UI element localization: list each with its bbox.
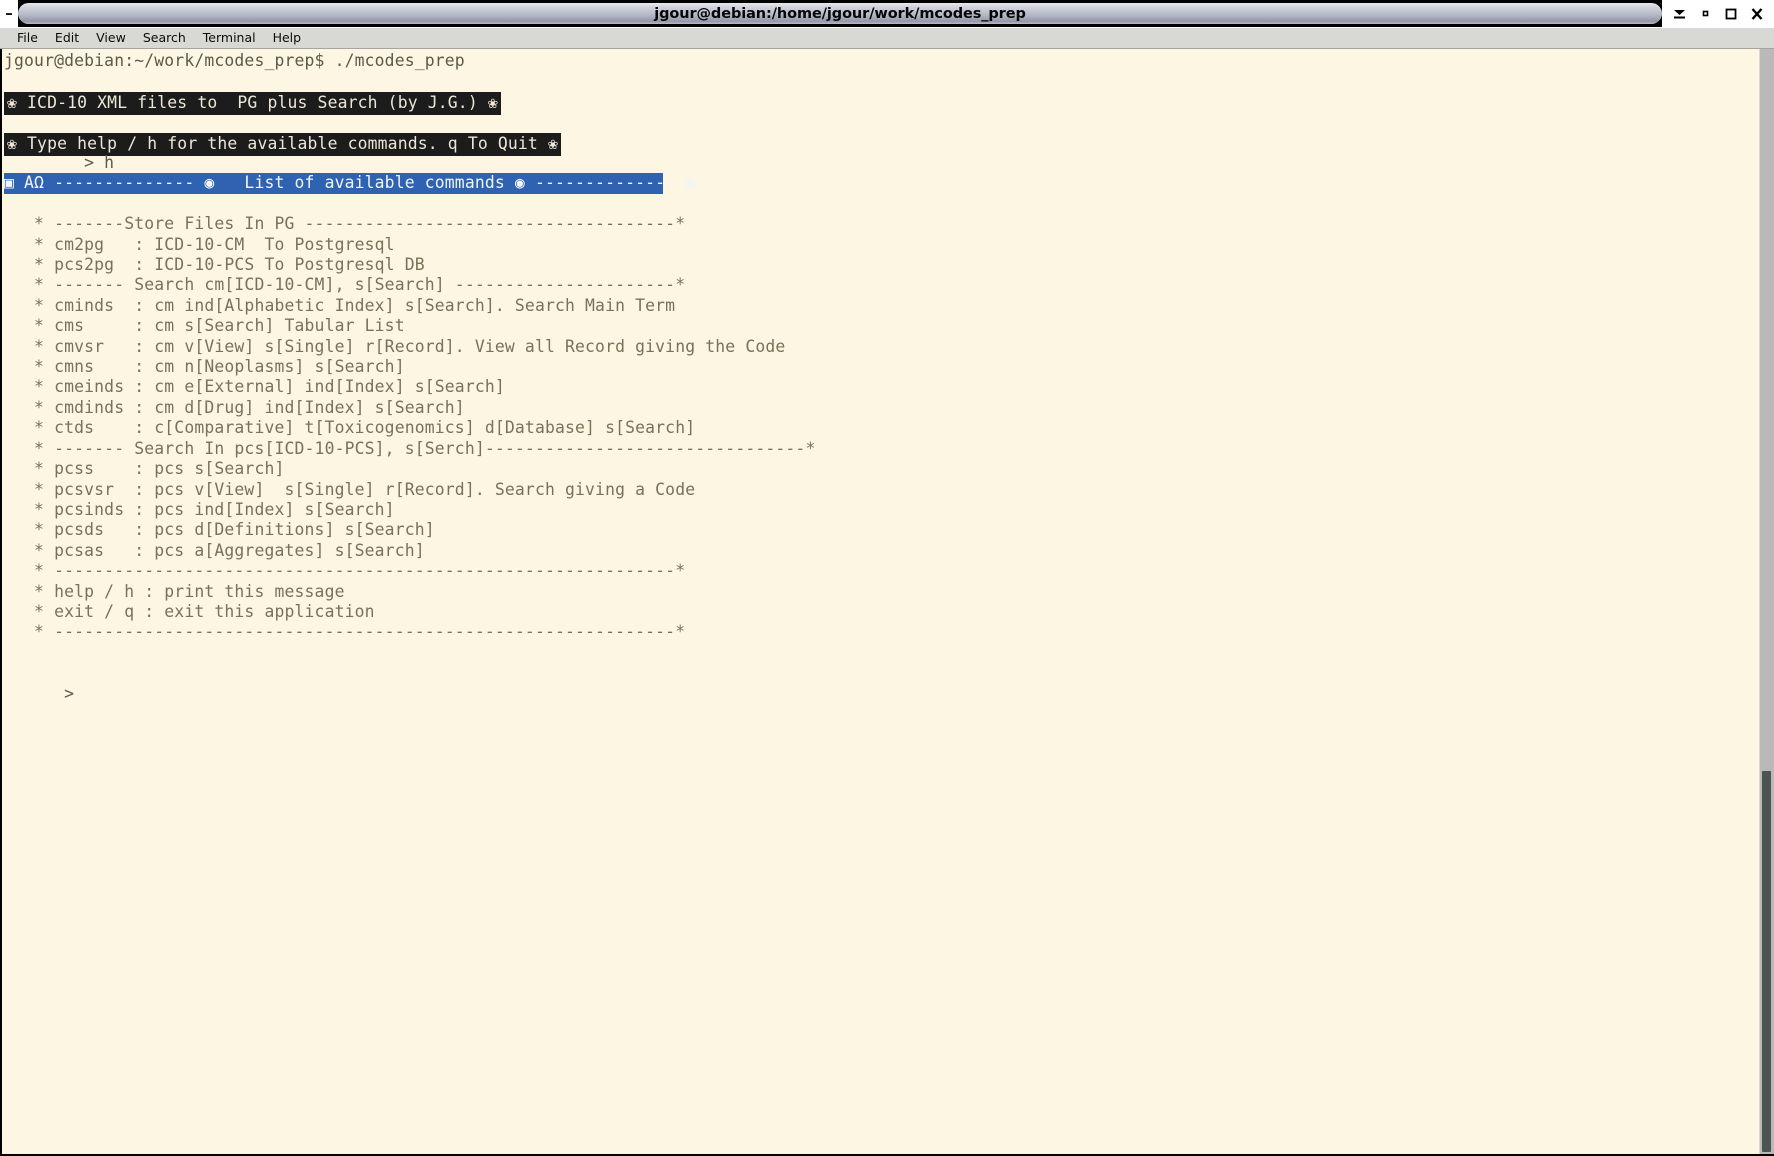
help-line: * cm2pg : ICD-10-CM To Postgresql (4, 234, 395, 254)
app-title-banner: ❀ ICD-10 XML files to PG plus Search (by… (4, 91, 501, 116)
spacer-line-2 (4, 112, 1759, 132)
spacer-line-5 (4, 663, 1759, 683)
shade-button[interactable] (1666, 1, 1692, 26)
spacer-line-3 (4, 194, 1759, 214)
help-line: * ctds : c[Comparative] t[Toxicogenomics… (4, 418, 696, 438)
help-line: * pcsvsr : pcs v[View] s[Single] r[Recor… (4, 479, 696, 499)
shell-prompt-line: jgour@debian:~/work/mcodes_prep$ ./mcode… (4, 51, 465, 70)
help-line: * cmeinds : cm e[External] ind[Index] s[… (4, 377, 505, 397)
spacer-line-4 (4, 643, 1759, 663)
menu-item-terminal[interactable]: Terminal (195, 29, 265, 47)
help-line: * ------- Search cm[ICD-10-CM], s[Search… (4, 275, 686, 295)
help-line: * cmdinds : cm d[Drug] ind[Index] s[Sear… (4, 397, 465, 417)
app-hint-banner-row: ❀ Type help / h for the available comman… (4, 132, 1759, 157)
help-line: * help / h : print this message (4, 581, 345, 601)
menu-item-edit[interactable]: Edit (47, 29, 88, 47)
help-line: * cmvsr : cm v[View] s[Single] r[Record]… (4, 336, 786, 356)
help-line: * cmns : cm n[Neoplasms] s[Search] (4, 357, 405, 377)
menu-bar: File Edit View Search Terminal Help (0, 27, 1774, 49)
help-line: * exit / q : exit this application (4, 601, 375, 621)
help-line: * pcsas : pcs a[Aggregates] s[Search] (4, 540, 425, 560)
help-line: * pcss : pcs s[Search] (4, 459, 285, 479)
help-command-list: * -------Store Files In PG -------------… (4, 214, 1759, 643)
menu-item-search[interactable]: Search (135, 29, 195, 47)
spacer-line-1 (4, 71, 1759, 91)
menu-item-help[interactable]: Help (265, 29, 311, 47)
terminal-window: – jgour@debian:/home/jgour/work/mcodes_p… (0, 0, 1774, 1156)
commands-header-bar: ▣ ΑΩ -------------- ◉ List of available … (4, 173, 696, 194)
title-bar-pill[interactable]: jgour@debian:/home/jgour/work/mcodes_pre… (18, 3, 1662, 24)
vertical-scrollbar[interactable] (1759, 49, 1774, 1154)
menu-item-view[interactable]: View (88, 29, 135, 47)
help-line: * -------Store Files In PG -------------… (4, 214, 686, 234)
help-line: * pcs2pg : ICD-10-PCS To Postgresql DB (4, 255, 425, 275)
help-line: * cminds : cm ind[Alphabetic Index] s[Se… (4, 295, 676, 315)
window-title: jgour@debian:/home/jgour/work/mcodes_pre… (654, 5, 1026, 22)
window-menu-button[interactable]: – (0, 0, 18, 27)
maximize-button[interactable] (1718, 1, 1744, 26)
app-title-banner-row: ❀ ICD-10 XML files to PG plus Search (by… (4, 91, 1759, 116)
help-line: * cms : cm s[Search] Tabular List (4, 316, 405, 336)
help-line: * ------- Search In pcs[ICD-10-PCS], s[S… (4, 438, 816, 458)
user-input-line: > h (4, 153, 115, 172)
minimize-button[interactable] (1692, 1, 1718, 26)
scrollbar-thumb[interactable] (1762, 771, 1771, 1152)
terminal-output[interactable]: jgour@debian:~/work/mcodes_prep$ ./mcode… (2, 49, 1759, 1154)
window-controls (1662, 0, 1774, 27)
help-line: * pcsds : pcs d[Definitions] s[Search] (4, 520, 435, 540)
help-line: * --------------------------------------… (4, 622, 686, 642)
help-line: * --------------------------------------… (4, 561, 686, 581)
menu-item-file[interactable]: File (9, 29, 47, 47)
help-line: * pcsinds : pcs ind[Index] s[Search] (4, 499, 395, 519)
terminal-body-wrapper: jgour@debian:~/work/mcodes_prep$ ./mcode… (0, 49, 1774, 1156)
commands-header-text: ▣ ΑΩ -------------- ◉ List of available … (4, 173, 696, 194)
command-prompt[interactable]: > (4, 684, 1759, 704)
close-button[interactable] (1744, 1, 1770, 26)
title-bar: – jgour@debian:/home/jgour/work/mcodes_p… (0, 0, 1774, 27)
